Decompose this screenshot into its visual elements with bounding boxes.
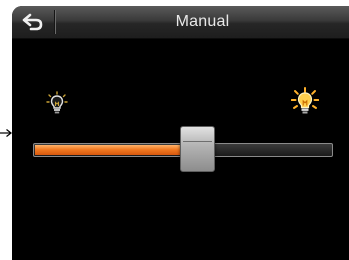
back-button[interactable] [12, 6, 54, 38]
display-screen: Manual [12, 6, 349, 260]
title-bar: Manual [12, 6, 349, 39]
page-title: Manual [175, 13, 230, 30]
brightness-low-indicator [46, 91, 68, 120]
back-arrow-icon [22, 13, 43, 31]
slider-thumb[interactable] [180, 126, 215, 172]
brightness-high-indicator [290, 87, 320, 122]
dim-bulb-icon [46, 91, 68, 114]
slider-fill [35, 145, 199, 155]
callout-arrow-icon [0, 129, 12, 137]
bright-bulb-icon [290, 87, 320, 114]
